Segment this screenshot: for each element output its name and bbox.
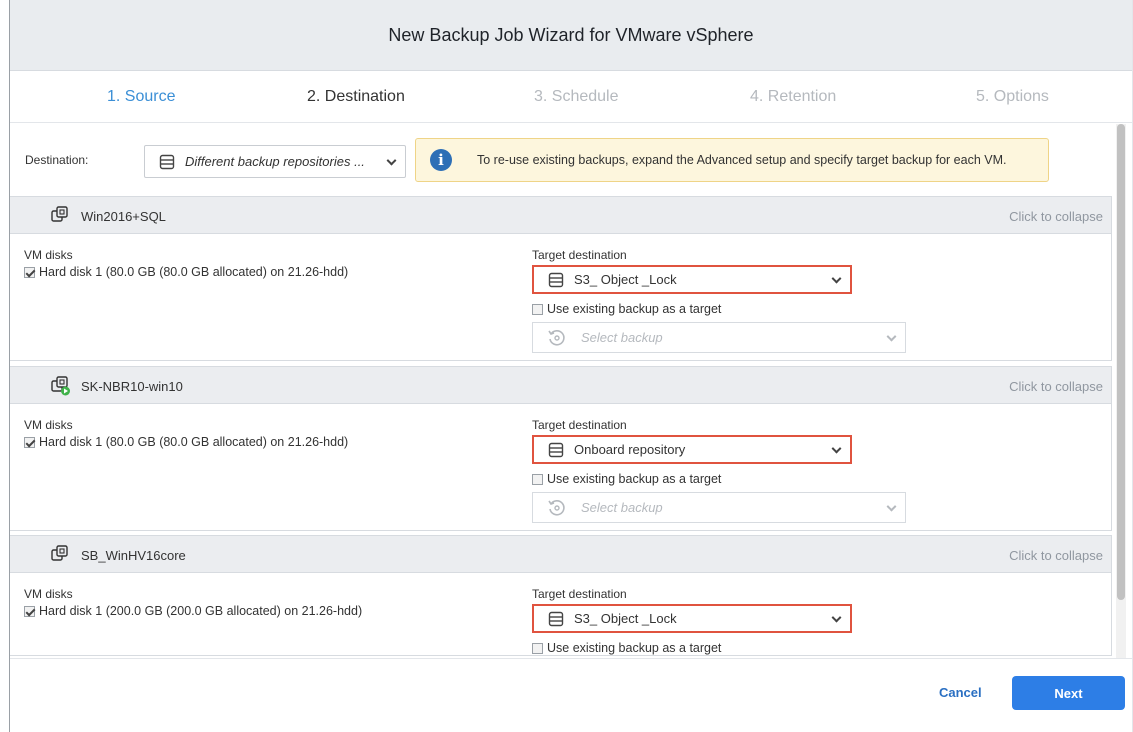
chevron-down-icon (886, 331, 897, 342)
vm-name: SK-NBR10-win10 (81, 379, 183, 394)
vm-panel: SB_WinHV16core Click to collapse VM disk… (10, 535, 1112, 656)
backup-restore-icon (547, 498, 567, 518)
disk-label: Hard disk 1 (200.0 GB (200.0 GB allocate… (39, 604, 363, 618)
step-source[interactable]: 1. Source (107, 88, 175, 106)
info-text: To re-use existing backups, expand the A… (477, 153, 1007, 167)
select-backup-dropdown[interactable]: Select backup (532, 322, 906, 353)
target-destination-select[interactable]: Onboard repository (532, 435, 852, 464)
vm-running-icon (51, 376, 70, 396)
wizard-content: Destination: Different backup repositori… (10, 124, 1115, 658)
wizard-window: New Backup Job Wizard for VMware vSphere… (9, 0, 1133, 732)
vm-panel: SK-NBR10-win10 Click to collapse VM disk… (10, 366, 1112, 531)
disk-checkbox[interactable] (24, 436, 35, 448)
chevron-down-icon (831, 273, 842, 284)
collapse-link[interactable]: Click to collapse (1009, 548, 1103, 563)
step-destination[interactable]: 2. Destination (307, 88, 405, 106)
use-existing-label: Use existing backup as a target (547, 302, 722, 316)
use-existing-row: Use existing backup as a target (532, 641, 852, 655)
chevron-down-icon (831, 443, 842, 454)
vm-icon (51, 206, 69, 224)
vm-name: SB_WinHV16core (81, 548, 186, 563)
vm-disks: VM disks Hard disk 1 (80.0 GB (80.0 GB a… (24, 418, 348, 449)
repository-icon (548, 272, 564, 288)
chevron-down-icon (386, 155, 397, 166)
target-section: Target destination S3_ Object _Lock Use … (532, 248, 906, 353)
use-existing-checkbox[interactable] (532, 303, 543, 315)
target-destination-value: S3_ Object _Lock (574, 272, 677, 287)
vm-header[interactable]: SB_WinHV16core Click to collapse (10, 536, 1111, 573)
destination-value: Different backup repositories ... (185, 154, 365, 169)
collapse-link[interactable]: Click to collapse (1009, 209, 1103, 224)
target-destination-label: Target destination (532, 248, 627, 262)
vm-header[interactable]: Win2016+SQL Click to collapse (10, 197, 1111, 234)
disk-row: Hard disk 1 (80.0 GB (80.0 GB allocated)… (24, 435, 348, 449)
target-section: Target destination Onboard repository Us… (532, 418, 906, 523)
vm-disks: VM disks Hard disk 1 (200.0 GB (200.0 GB… (24, 587, 362, 618)
target-destination-label: Target destination (532, 587, 627, 601)
target-destination-select[interactable]: S3_ Object _Lock (532, 604, 852, 633)
target-destination-value: S3_ Object _Lock (574, 611, 677, 626)
wizard-footer: Cancel Next (10, 658, 1132, 732)
target-destination-value: Onboard repository (574, 442, 686, 457)
step-options[interactable]: 5. Options (976, 88, 1049, 106)
vm-body: VM disks Hard disk 1 (80.0 GB (80.0 GB a… (10, 234, 1111, 360)
chevron-down-icon (886, 501, 897, 512)
select-backup-placeholder: Select backup (581, 330, 663, 345)
use-existing-label: Use existing backup as a target (547, 472, 722, 486)
next-button[interactable]: Next (1012, 676, 1125, 710)
vm-disks-label: VM disks (24, 248, 73, 262)
select-backup-placeholder: Select backup (581, 500, 663, 515)
vm-disks: VM disks Hard disk 1 (80.0 GB (80.0 GB a… (24, 248, 348, 279)
disk-row: Hard disk 1 (80.0 GB (80.0 GB allocated)… (24, 265, 348, 279)
use-existing-checkbox[interactable] (532, 642, 543, 654)
info-banner: i To re-use existing backups, expand the… (415, 138, 1049, 182)
target-section: Target destination S3_ Object _Lock Use … (532, 587, 852, 655)
disk-row: Hard disk 1 (200.0 GB (200.0 GB allocate… (24, 604, 362, 618)
repository-icon (548, 611, 564, 627)
step-schedule[interactable]: 3. Schedule (534, 88, 619, 106)
use-existing-row: Use existing backup as a target (532, 472, 906, 486)
disk-label: Hard disk 1 (80.0 GB (80.0 GB allocated)… (39, 435, 349, 449)
backup-restore-icon (547, 328, 567, 348)
scrollbar-thumb[interactable] (1117, 124, 1125, 600)
cancel-button[interactable]: Cancel (939, 685, 982, 700)
destination-select[interactable]: Different backup repositories ... (144, 145, 406, 178)
use-existing-checkbox[interactable] (532, 473, 543, 485)
disk-checkbox[interactable] (24, 605, 35, 617)
collapse-link[interactable]: Click to collapse (1009, 379, 1103, 394)
vm-panel: Win2016+SQL Click to collapse VM disks H… (10, 196, 1112, 361)
vm-header[interactable]: SK-NBR10-win10 Click to collapse (10, 367, 1111, 404)
vm-disks-label: VM disks (24, 418, 73, 432)
disk-checkbox[interactable] (24, 266, 35, 278)
repository-icon (159, 154, 175, 170)
vm-name: Win2016+SQL (81, 209, 166, 224)
vm-disks-label: VM disks (24, 587, 73, 601)
info-icon: i (430, 149, 452, 171)
vm-icon (51, 545, 69, 563)
window-title: New Backup Job Wizard for VMware vSphere (10, 0, 1132, 71)
vertical-scrollbar[interactable] (1116, 124, 1126, 658)
destination-row: Destination: Different backup repositori… (10, 138, 1115, 182)
target-destination-label: Target destination (532, 418, 627, 432)
step-retention[interactable]: 4. Retention (750, 88, 836, 106)
wizard-steps: 1. Source 2. Destination 3. Schedule 4. … (10, 71, 1132, 123)
target-destination-select[interactable]: S3_ Object _Lock (532, 265, 852, 294)
chevron-down-icon (831, 612, 842, 623)
use-existing-row: Use existing backup as a target (532, 302, 906, 316)
destination-label: Destination: (25, 153, 89, 167)
vm-body: VM disks Hard disk 1 (80.0 GB (80.0 GB a… (10, 404, 1111, 530)
disk-label: Hard disk 1 (80.0 GB (80.0 GB allocated)… (39, 265, 349, 279)
use-existing-label: Use existing backup as a target (547, 641, 722, 655)
repository-icon (548, 442, 564, 458)
select-backup-dropdown[interactable]: Select backup (532, 492, 906, 523)
vm-body: VM disks Hard disk 1 (200.0 GB (200.0 GB… (10, 573, 1111, 655)
